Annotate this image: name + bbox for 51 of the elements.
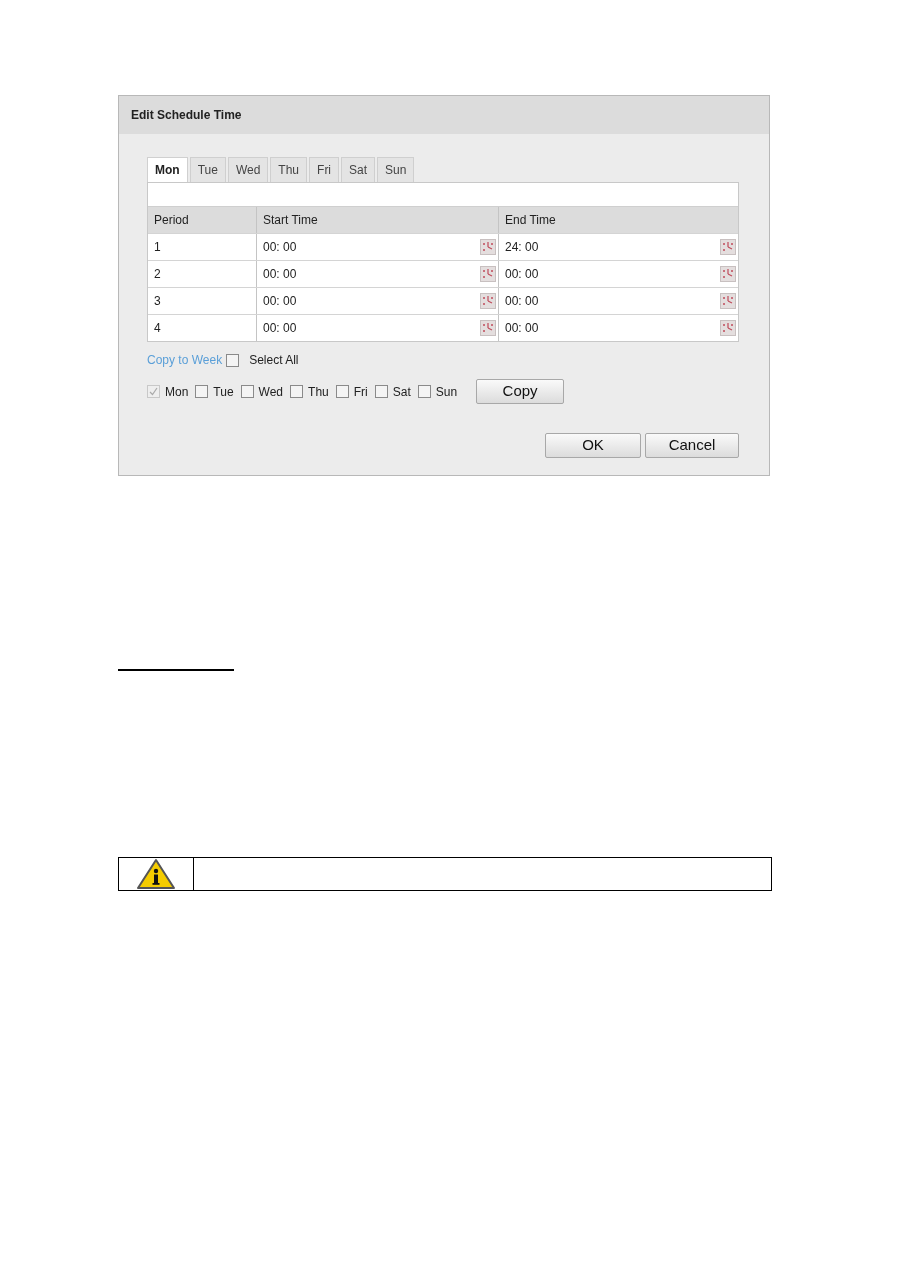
start-time-value: 00: 00	[263, 293, 297, 310]
start-time-value: 00: 00	[263, 320, 297, 337]
day-label: Mon	[165, 383, 189, 401]
checkbox[interactable]	[226, 353, 240, 367]
day-tab[interactable]: Wed	[227, 157, 269, 182]
clock-icon[interactable]	[480, 266, 496, 282]
clock-icon[interactable]	[720, 293, 736, 309]
day-tab[interactable]: Mon	[147, 157, 188, 182]
column-header: Start Time	[263, 212, 318, 229]
start-time-value: 00: 00	[263, 239, 297, 256]
day-tab[interactable]: Fri	[309, 157, 340, 182]
day-label: Sat	[392, 383, 411, 401]
clock-icon[interactable]	[480, 320, 496, 336]
day-label: Tue	[213, 383, 234, 401]
end-time-value: 00: 00	[505, 293, 539, 310]
checkbox[interactable]	[195, 385, 209, 398]
info-warning-icon	[136, 858, 176, 890]
day-label: Fri	[353, 383, 368, 401]
checkbox[interactable]	[374, 385, 388, 398]
end-time-value: 00: 00	[505, 320, 539, 337]
day-tab[interactable]: Thu	[270, 157, 308, 182]
dialog-button[interactable]: Cancel	[645, 433, 739, 458]
period-cell-text: 4	[154, 320, 161, 337]
clock-icon[interactable]	[480, 239, 496, 255]
day-tab[interactable]: Sat	[341, 157, 376, 182]
clock-icon[interactable]	[720, 266, 736, 282]
check-icon	[149, 387, 158, 396]
day-label: Thu	[308, 383, 329, 401]
dialog-title: Edit Schedule Time	[131, 107, 242, 124]
checkbox[interactable]	[240, 385, 254, 398]
copy-button[interactable]: Copy	[476, 379, 565, 404]
column-header: Period	[154, 212, 189, 229]
day-tab[interactable]: Sun	[377, 157, 415, 182]
end-time-value: 24: 00	[505, 239, 539, 256]
dialog-button[interactable]: OK	[545, 433, 641, 458]
start-time-value: 00: 00	[263, 266, 297, 283]
period-cell-text: 1	[154, 239, 161, 256]
end-time-value: 00: 00	[505, 266, 539, 283]
clock-icon[interactable]	[480, 293, 496, 309]
column-header: End Time	[505, 212, 556, 229]
period-cell-text: 3	[154, 293, 161, 310]
clock-icon[interactable]	[720, 320, 736, 336]
day-label: Wed	[258, 383, 284, 401]
checkbox[interactable]	[335, 385, 349, 398]
period-cell-text: 2	[154, 266, 161, 283]
checkbox[interactable]	[290, 385, 304, 398]
day-label: Sun	[435, 383, 458, 401]
day-tab[interactable]: Tue	[189, 157, 226, 182]
clock-icon[interactable]	[720, 239, 736, 255]
select-all-label: Select All	[249, 352, 299, 369]
checkbox[interactable]	[417, 385, 431, 398]
